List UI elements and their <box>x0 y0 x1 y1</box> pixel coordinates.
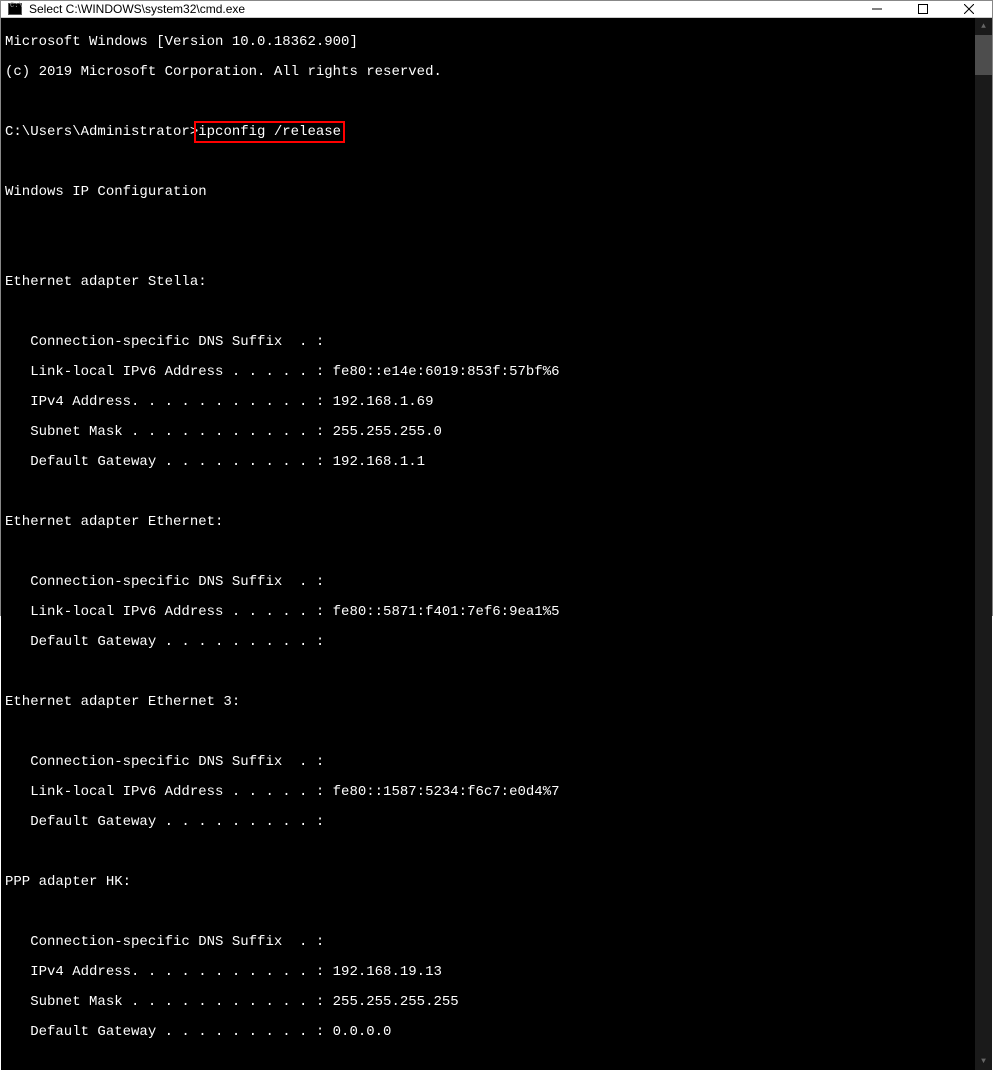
adapter-2-line-3: Default Gateway . . . . . . . . . : <box>5 635 973 650</box>
blank-line <box>5 245 973 260</box>
prompt-line: C:\Users\Administrator>ipconfig /release <box>5 125 973 140</box>
maximize-button[interactable] <box>900 1 946 17</box>
adapter-3-line-2: Link-local IPv6 Address . . . . . : fe80… <box>5 785 973 800</box>
blank-line <box>5 725 973 740</box>
adapter-4-line-1: Connection-specific DNS Suffix . : <box>5 935 973 950</box>
blank-line <box>5 485 973 500</box>
prompt: C:\Users\Administrator> <box>5 124 198 140</box>
adapter-4-line-4: Default Gateway . . . . . . . . . : 0.0.… <box>5 1025 973 1040</box>
adapter-2-line-1: Connection-specific DNS Suffix . : <box>5 575 973 590</box>
blank-line <box>5 305 973 320</box>
adapter-3-header: Ethernet adapter Ethernet 3: <box>5 695 973 710</box>
scroll-up-icon[interactable]: ▲ <box>975 18 992 35</box>
window-controls <box>854 1 992 17</box>
blank-line <box>5 665 973 680</box>
adapter-4-line-2: IPv4 Address. . . . . . . . . . . : 192.… <box>5 965 973 980</box>
blank-line <box>5 155 973 170</box>
adapter-1-header: Ethernet adapter Stella: <box>5 275 973 290</box>
adapter-2-line-2: Link-local IPv6 Address . . . . . : fe80… <box>5 605 973 620</box>
blank-line <box>5 95 973 110</box>
close-button[interactable] <box>946 1 992 17</box>
blank-line <box>5 545 973 560</box>
window-title: Select C:\WINDOWS\system32\cmd.exe <box>29 2 854 16</box>
banner-line-2: (c) 2019 Microsoft Corporation. All righ… <box>5 65 973 80</box>
titlebar[interactable]: Select C:\WINDOWS\system32\cmd.exe <box>1 1 992 18</box>
adapter-1-line-2: Link-local IPv6 Address . . . . . : fe80… <box>5 365 973 380</box>
adapter-2-header: Ethernet adapter Ethernet: <box>5 515 973 530</box>
blank-line <box>5 845 973 860</box>
blank-line <box>5 905 973 920</box>
blank-line <box>5 215 973 230</box>
ipconfig-header: Windows IP Configuration <box>5 185 973 200</box>
terminal-wrap: Microsoft Windows [Version 10.0.18362.90… <box>1 18 992 1070</box>
banner-line-1: Microsoft Windows [Version 10.0.18362.90… <box>5 35 973 50</box>
cmd-icon <box>7 1 23 17</box>
scrollbar[interactable]: ▲ ▼ <box>975 18 992 1070</box>
adapter-1-line-3: IPv4 Address. . . . . . . . . . . : 192.… <box>5 395 973 410</box>
adapter-4-header: PPP adapter HK: <box>5 875 973 890</box>
adapter-4-line-3: Subnet Mask . . . . . . . . . . . : 255.… <box>5 995 973 1010</box>
scroll-down-icon[interactable]: ▼ <box>975 1053 992 1070</box>
command-highlight: ipconfig /release <box>194 121 345 143</box>
adapter-1-line-1: Connection-specific DNS Suffix . : <box>5 335 973 350</box>
adapter-3-line-3: Default Gateway . . . . . . . . . : <box>5 815 973 830</box>
adapter-3-line-1: Connection-specific DNS Suffix . : <box>5 755 973 770</box>
adapter-1-line-4: Subnet Mask . . . . . . . . . . . : 255.… <box>5 425 973 440</box>
scroll-thumb[interactable] <box>975 35 992 75</box>
minimize-button[interactable] <box>854 1 900 17</box>
terminal[interactable]: Microsoft Windows [Version 10.0.18362.90… <box>1 18 975 1070</box>
adapter-1-line-5: Default Gateway . . . . . . . . . : 192.… <box>5 455 973 470</box>
